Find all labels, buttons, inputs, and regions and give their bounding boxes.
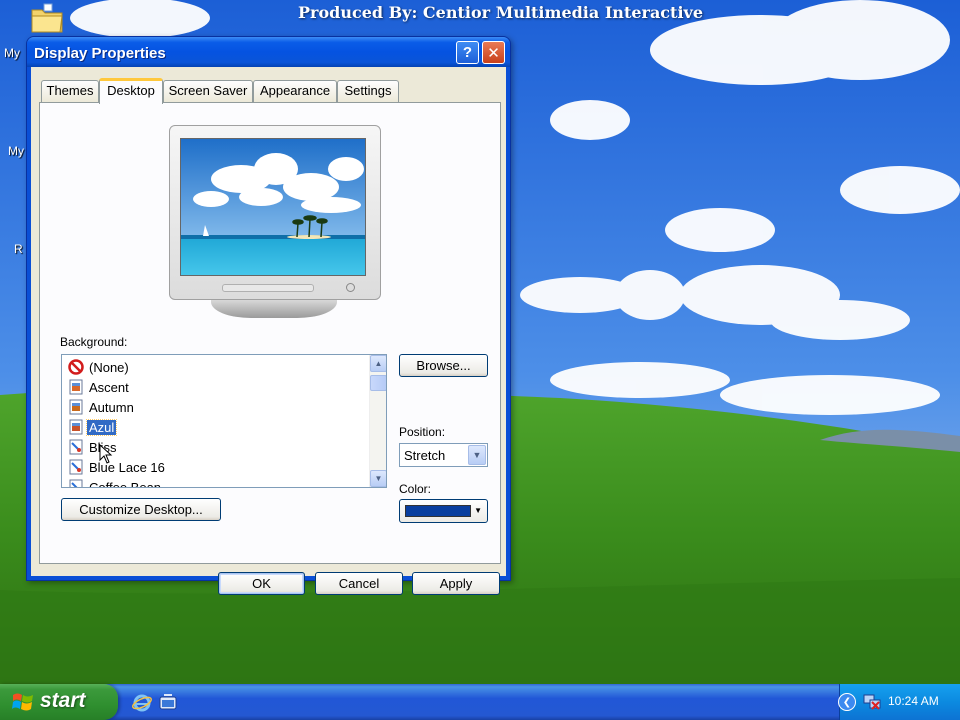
color-swatch xyxy=(405,505,471,517)
close-button[interactable]: ✕ xyxy=(482,41,505,64)
taskbar: start ❮ 10:24 AM xyxy=(0,684,960,720)
internet-explorer-icon[interactable] xyxy=(132,693,152,713)
list-item[interactable]: Autumn xyxy=(68,397,136,417)
tab-screen-saver[interactable]: Screen Saver xyxy=(163,80,253,102)
help-button[interactable]: ? xyxy=(456,41,479,64)
wallpaper-preview-image xyxy=(180,138,366,276)
scroll-up-button[interactable]: ▲ xyxy=(370,355,386,372)
browse-button[interactable]: Browse... xyxy=(399,354,488,377)
monitor-slot xyxy=(222,284,314,292)
desktop-tab-panel: Background: (None) Ascent Autumn Azul Bl… xyxy=(39,102,501,564)
image-file-icon xyxy=(69,399,83,415)
list-item-label: Azul xyxy=(85,418,118,436)
dialog-client-area: Themes Desktop Screen Saver Appearance S… xyxy=(31,67,506,595)
image-file-icon xyxy=(69,379,83,395)
background-label: Background: xyxy=(60,335,128,349)
desktop-icon-label[interactable]: R xyxy=(14,242,23,256)
cancel-button[interactable]: Cancel xyxy=(315,572,403,595)
folder-icon[interactable] xyxy=(30,2,64,34)
windows-logo-icon xyxy=(12,693,33,711)
paint-file-icon xyxy=(69,459,83,475)
scroll-down-arrow-icon: ▼ xyxy=(374,474,383,483)
paint-file-icon xyxy=(69,439,83,455)
image-file-icon xyxy=(69,419,83,435)
clock[interactable]: 10:24 AM xyxy=(888,694,939,708)
list-item-label: Ascent xyxy=(89,379,129,395)
chevron-left-icon: ❮ xyxy=(842,696,852,708)
list-item[interactable]: Ascent xyxy=(68,377,131,397)
position-label: Position: xyxy=(399,425,446,439)
scroll-up-arrow-icon: ▲ xyxy=(374,359,383,368)
list-item-label: Autumn xyxy=(89,399,134,415)
monitor-stand xyxy=(211,300,337,318)
display-properties-window: Display Properties ? ✕ Themes Desktop Sc… xyxy=(26,36,511,595)
desktop-icon-label[interactable]: My xyxy=(8,144,24,158)
system-tray: ❮ 10:24 AM xyxy=(838,684,960,720)
mouse-cursor-icon xyxy=(99,444,113,464)
no-symbol-icon xyxy=(68,359,84,375)
list-item-label: Coffee Bean xyxy=(89,479,162,488)
start-button[interactable]: start xyxy=(0,684,118,720)
watermark-caption: Produced By: Centior Multimedia Interact… xyxy=(298,3,703,22)
show-desktop-icon[interactable] xyxy=(158,693,178,713)
color-picker-button[interactable]: ▼ xyxy=(399,499,488,523)
chevron-down-icon: ▼ xyxy=(474,506,482,515)
vertical-scrollbar[interactable]: ▲ ▼ xyxy=(369,355,386,487)
scroll-down-button[interactable]: ▼ xyxy=(370,470,386,487)
ok-button[interactable]: OK xyxy=(218,572,305,595)
background-listbox[interactable]: (None) Ascent Autumn Azul Blue Lace 16 C… xyxy=(61,354,387,488)
paint-file-icon xyxy=(69,479,83,487)
position-value: Stretch xyxy=(404,448,446,463)
tab-desktop[interactable]: Desktop xyxy=(99,78,163,104)
tab-themes[interactable]: Themes xyxy=(41,80,99,102)
list-item[interactable]: (None) xyxy=(68,357,131,377)
start-label: start xyxy=(40,689,86,712)
help-icon: ? xyxy=(462,44,473,61)
position-select[interactable]: Stretch ▼ xyxy=(399,443,488,467)
list-item-label: (None) xyxy=(89,359,129,375)
power-led-icon xyxy=(346,283,355,292)
scroll-thumb[interactable] xyxy=(370,375,386,391)
apply-button[interactable]: Apply xyxy=(412,572,500,595)
show-hidden-icons-button[interactable]: ❮ xyxy=(838,693,856,711)
tab-settings[interactable]: Settings xyxy=(337,80,399,102)
title-bar[interactable]: Display Properties ? ✕ xyxy=(27,37,510,67)
list-item[interactable]: Coffee Bean xyxy=(68,477,163,488)
monitor-preview xyxy=(169,125,381,300)
list-item[interactable]: Azul xyxy=(68,417,118,437)
color-label: Color: xyxy=(399,482,432,496)
tab-appearance[interactable]: Appearance xyxy=(253,80,337,102)
window-title: Display Properties xyxy=(34,45,166,62)
customize-desktop-button[interactable]: Customize Desktop... xyxy=(61,498,221,521)
desktop-icon-label[interactable]: My xyxy=(4,46,20,60)
list-item[interactable]: Blue Lace 16 xyxy=(68,457,167,477)
chevron-down-icon[interactable]: ▼ xyxy=(468,445,486,465)
close-icon: ✕ xyxy=(487,44,500,62)
network-disconnected-icon[interactable] xyxy=(862,693,882,711)
